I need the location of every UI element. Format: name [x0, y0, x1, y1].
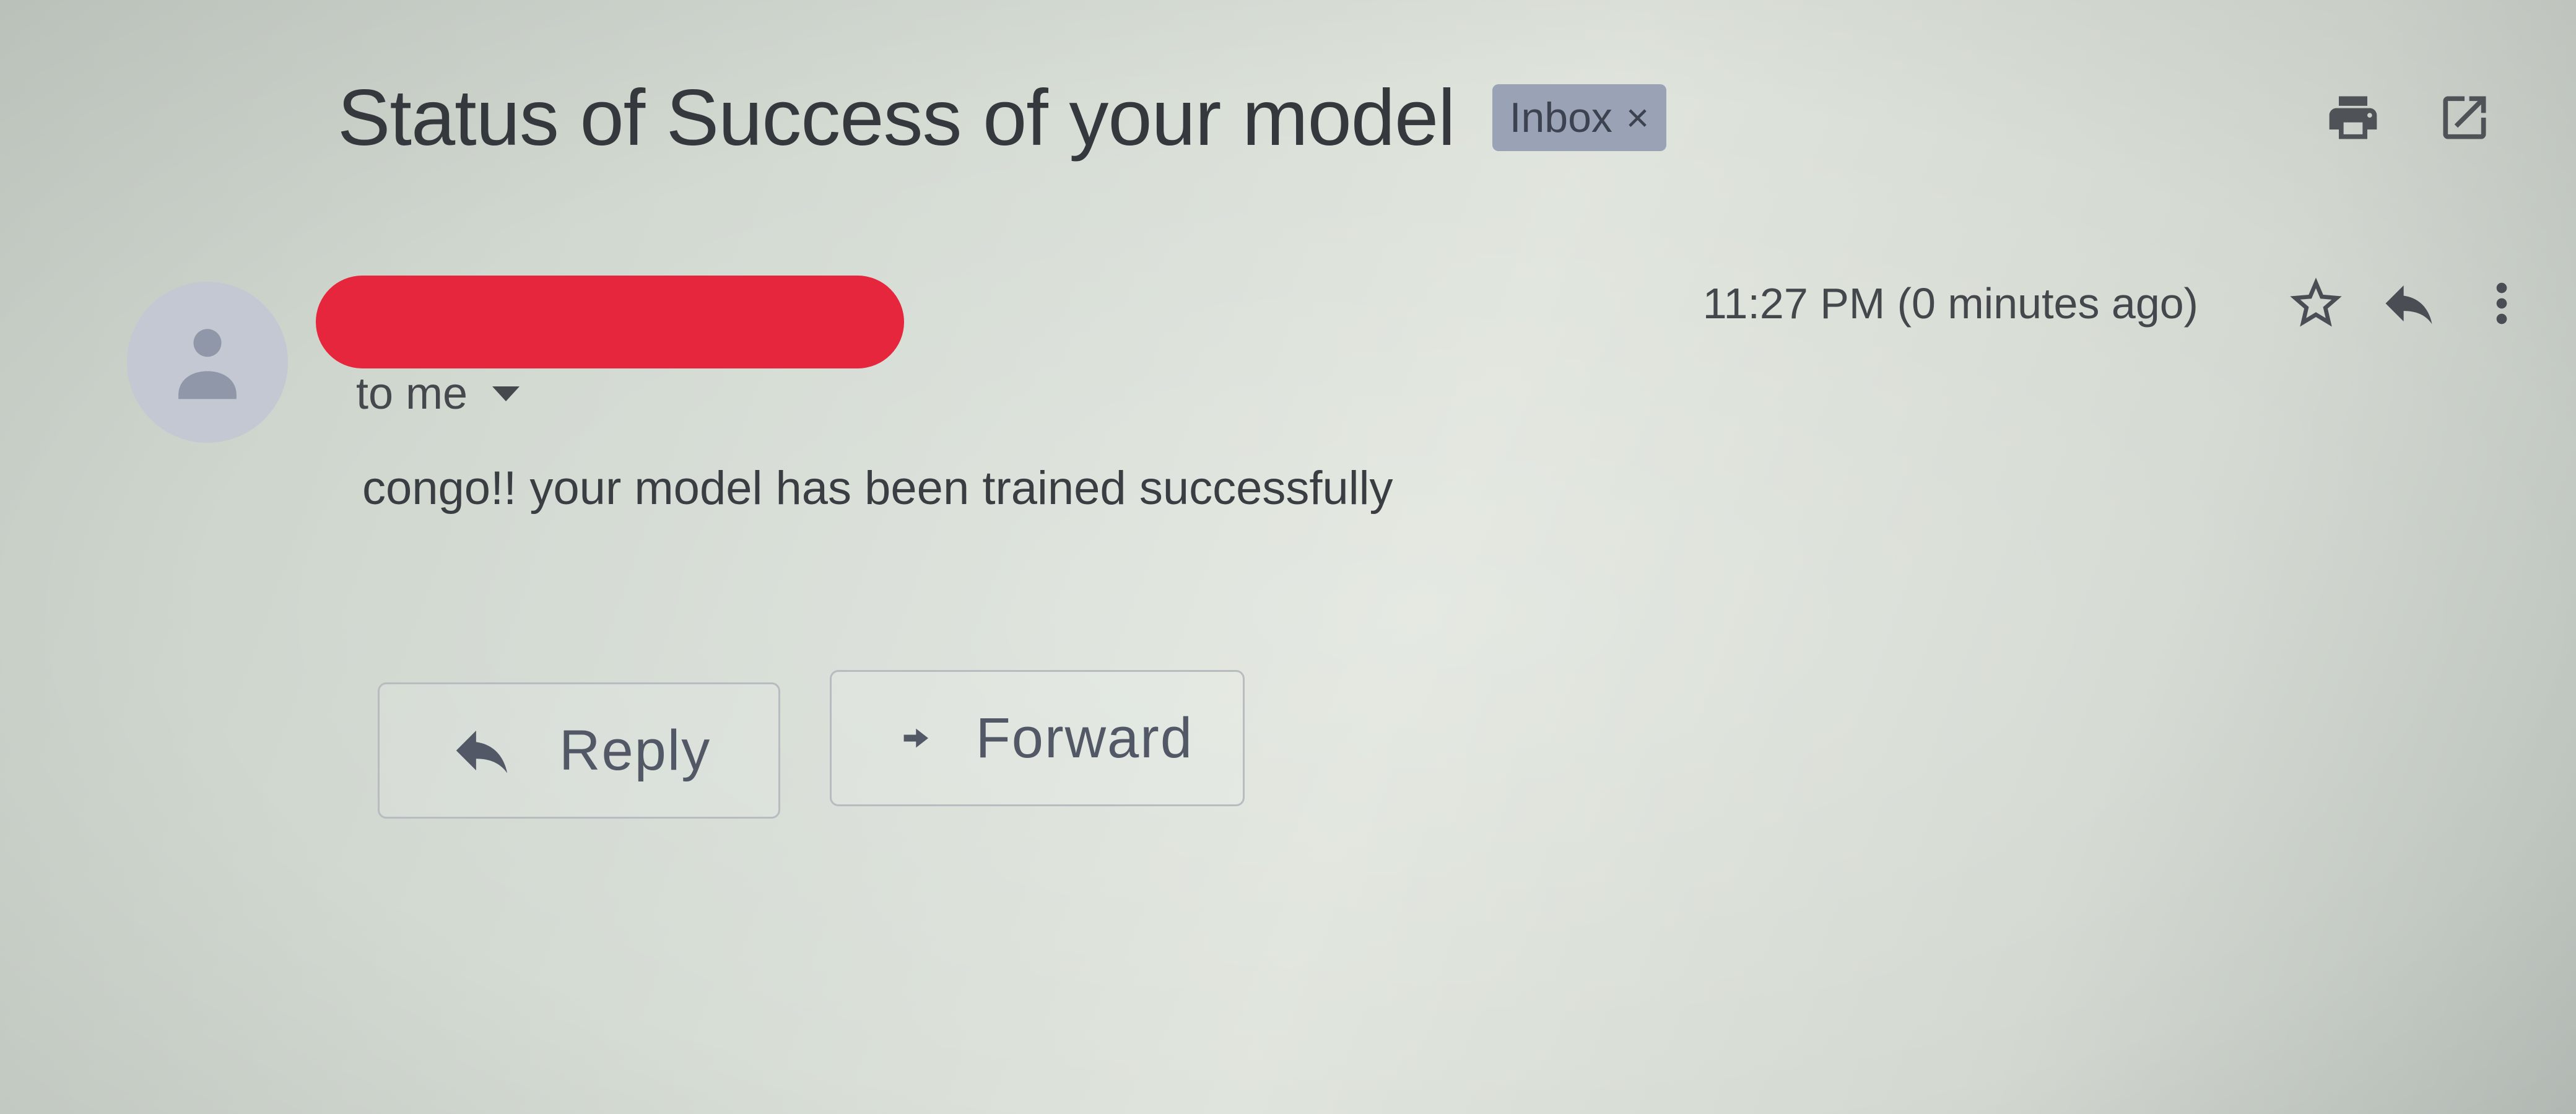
email-header: Status of Success of your model Inbox ×	[337, 68, 1667, 167]
email-subject: Status of Success of your model	[337, 73, 1456, 162]
redacted-sender-name	[316, 276, 904, 368]
label-chip-text: Inbox	[1509, 94, 1612, 141]
message-timestamp: 11:27 PM (0 minutes ago)	[1702, 279, 2198, 328]
forward-arrow-icon	[903, 728, 929, 748]
reply-icon-button[interactable]	[2378, 272, 2440, 334]
remove-label-button[interactable]: ×	[1626, 95, 1649, 141]
recipient-text: to me	[356, 369, 468, 419]
print-icon	[2329, 96, 2377, 139]
reply-button-label: Reply	[559, 718, 711, 782]
reply-icon	[2385, 285, 2432, 324]
caret-down-icon	[492, 386, 520, 401]
forward-button-label: Forward	[975, 706, 1193, 770]
open-in-new-icon	[2443, 96, 2486, 139]
sender-avatar[interactable]	[127, 282, 288, 443]
star-icon	[2290, 277, 2342, 327]
message-action-buttons: Reply Forward	[378, 670, 1245, 819]
recipient-details-toggle[interactable]: to me	[356, 368, 520, 419]
message-meta: 11:27 PM (0 minutes ago)	[1703, 266, 2533, 341]
forward-button[interactable]: Forward	[830, 670, 1245, 806]
reply-icon	[456, 730, 508, 773]
more-options-button[interactable]	[2471, 272, 2533, 334]
message-body: congo!! your model has been trained succ…	[362, 462, 1393, 515]
star-button[interactable]	[2285, 272, 2347, 334]
person-icon	[178, 329, 237, 399]
inbox-label-chip[interactable]: Inbox ×	[1492, 84, 1667, 151]
header-toolbar	[2322, 87, 2496, 149]
reply-button[interactable]: Reply	[378, 682, 780, 819]
print-all-button[interactable]	[2322, 87, 2384, 149]
open-in-new-window-button[interactable]	[2434, 87, 2496, 149]
more-vert-icon	[2496, 282, 2507, 324]
